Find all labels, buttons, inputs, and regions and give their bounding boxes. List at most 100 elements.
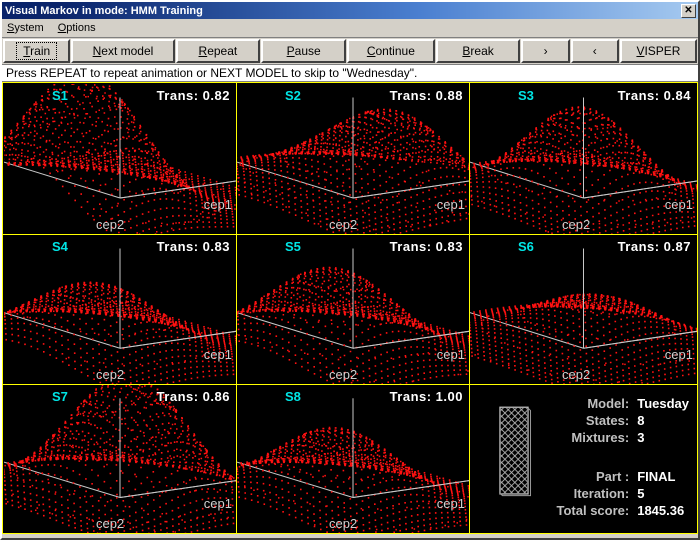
menu-item-system[interactable]: System: [7, 22, 44, 34]
transition-probability: Trans: 0.84: [617, 88, 691, 103]
toolbar-button-label: Break: [462, 44, 494, 58]
axis-label-cep1: cep1: [664, 197, 693, 212]
transition-probability: Trans: 0.83: [389, 239, 463, 254]
info-row: Mixtures: 3: [557, 429, 690, 446]
state-panel-s7[interactable]: S7 Trans: 0.86 cep1 cep2: [4, 385, 236, 533]
axis-cep2: [4, 461, 121, 498]
transition-probability: Trans: 0.86: [156, 389, 230, 404]
toolbar-button-label: Train: [16, 42, 58, 60]
part-value: FINAL: [637, 469, 676, 484]
state-panel-s1[interactable]: S1 Trans: 0.82 cep1 cep2: [4, 84, 236, 234]
info-row: Total score: 1845.36: [557, 502, 690, 519]
surface-plot-s8: [237, 398, 469, 533]
title-bar[interactable]: Visual Markov in mode: HMM Training ✕: [2, 2, 698, 19]
state-panel-s8[interactable]: S8 Trans: 1.00 cep1 cep2: [237, 385, 469, 533]
toolbar-button-train[interactable]: Train: [3, 39, 71, 63]
axis-label-cep2: cep2: [329, 367, 358, 382]
state-label: S8: [285, 389, 301, 404]
model-label: Model:: [587, 396, 630, 411]
window-title: Visual Markov in mode: HMM Training: [5, 4, 203, 17]
axis-label-cep2: cep2: [96, 217, 125, 232]
surface-plot-s5: [237, 248, 469, 384]
info-row: Model: Tuesday: [557, 395, 689, 412]
close-icon[interactable]: ✕: [681, 3, 696, 18]
mixtures-value: 3: [637, 430, 645, 445]
axis-cep2: [470, 161, 584, 199]
state-label: S7: [52, 389, 68, 404]
toolbar-button-label: ‹: [592, 44, 597, 58]
info-row: Part : FINAL: [557, 468, 690, 485]
state-label: S2: [285, 88, 301, 103]
toolbar-button-pause[interactable]: Pause: [261, 39, 347, 63]
toolbar-button-next[interactable]: ›: [521, 39, 570, 63]
part-label: Part :: [595, 469, 630, 484]
state-panel-s3[interactable]: S3 Trans: 0.84 cep1 cep2: [470, 84, 697, 234]
menu-bar: System Options: [2, 19, 698, 38]
menu-item-system-label: ystem: [14, 22, 44, 34]
axis-label-cep1: cep1: [436, 197, 465, 212]
axis-label-cep2: cep2: [96, 367, 125, 382]
toolbar-button-repeat[interactable]: Repeat: [175, 39, 261, 63]
toolbar-button-label: ›: [543, 44, 548, 58]
toolbar-button-next-model[interactable]: Next model: [71, 39, 175, 63]
axis-cep2: [4, 312, 121, 349]
transition-probability: Trans: 0.83: [156, 239, 230, 254]
grid-border-top: [2, 82, 698, 83]
total-score-label: Total score:: [556, 503, 630, 518]
info-row: States: 8: [557, 412, 690, 429]
model-info-table: Model: Tuesday States: 8 Mixtures: 3 Part : FIN…: [557, 395, 690, 519]
surface-plot-s3: [470, 97, 697, 234]
axis-label-cep2: cep2: [562, 217, 591, 232]
states-label: States:: [585, 413, 630, 428]
grid-border-right: [697, 82, 698, 534]
status-message: Press REPEAT to repeat animation or NEXT…: [2, 64, 698, 82]
model-value: Tuesday: [637, 396, 689, 411]
info-spacer: [557, 446, 690, 468]
application-window: Visual Markov in mode: HMM Training ✕ Sy…: [0, 0, 700, 540]
total-score-value: 1845.36: [637, 503, 685, 518]
axis-label-cep1: cep1: [203, 347, 232, 362]
info-row: Iteration: 5: [557, 485, 690, 502]
progress-bar-icon: [499, 406, 532, 497]
model-info-panel: Model: Tuesday States: 8 Mixtures: 3 Part : FIN…: [470, 385, 697, 533]
toolbar-button-label: VISPER: [636, 44, 681, 58]
toolbar-button-break[interactable]: Break: [435, 39, 521, 63]
transition-probability: Trans: 0.87: [617, 239, 691, 254]
toolbar-button-label: Pause: [286, 44, 321, 58]
axis-label-cep2: cep2: [96, 516, 125, 531]
toolbar: Train Next model Repeat Pause Continue Break ›…: [2, 38, 698, 64]
transition-probability: Trans: 0.82: [156, 88, 230, 103]
axis-label-cep1: cep1: [203, 197, 232, 212]
toolbar-button-label: Continue: [366, 44, 415, 58]
menu-item-options[interactable]: Options: [58, 22, 96, 34]
toolbar-button-continue[interactable]: Continue: [347, 39, 435, 63]
axis-label-cep2: cep2: [329, 516, 358, 531]
surface-plot-s7: [4, 385, 236, 533]
axis-cep1: [119, 480, 236, 498]
state-label: S5: [285, 239, 301, 254]
surface-plot-s1: [4, 84, 236, 234]
grid-border-bottom: [2, 533, 698, 534]
state-label: S3: [518, 88, 534, 103]
iteration-value: 5: [637, 486, 645, 501]
axis-label-cep2: cep2: [329, 217, 358, 232]
axis-label-cep2: cep2: [562, 367, 591, 382]
state-label: S4: [52, 239, 68, 254]
state-panel-s5[interactable]: S5 Trans: 0.83 cep1 cep2: [237, 235, 469, 384]
menu-item-options-label: ptions: [66, 22, 96, 34]
iteration-label: Iteration:: [573, 486, 630, 501]
state-panel-s4[interactable]: S4 Trans: 0.83 cep1 cep2: [4, 235, 236, 384]
state-panel-s6[interactable]: S6 Trans: 0.87 cep1 cep2: [470, 235, 697, 384]
axis-label-cep1: cep1: [664, 347, 693, 362]
surface-plot-s6: [470, 248, 697, 384]
toolbar-button-label: Next model: [92, 44, 154, 58]
toolbar-button-visper[interactable]: VISPER: [619, 39, 697, 63]
mixtures-label: Mixtures:: [571, 430, 630, 445]
toolbar-button-prev[interactable]: ‹: [570, 39, 619, 63]
state-plot-grid: S1 Trans: 0.82 cep1 cep2 S2 Trans: 0.88 cep1 ce…: [2, 82, 698, 534]
toolbar-button-label: Repeat: [198, 44, 238, 58]
state-label: S1: [52, 88, 68, 103]
surface-plot-s4: [4, 248, 236, 384]
surface-plot-s2: [237, 97, 469, 234]
state-panel-s2[interactable]: S2 Trans: 0.88 cep1 cep2: [237, 84, 469, 234]
